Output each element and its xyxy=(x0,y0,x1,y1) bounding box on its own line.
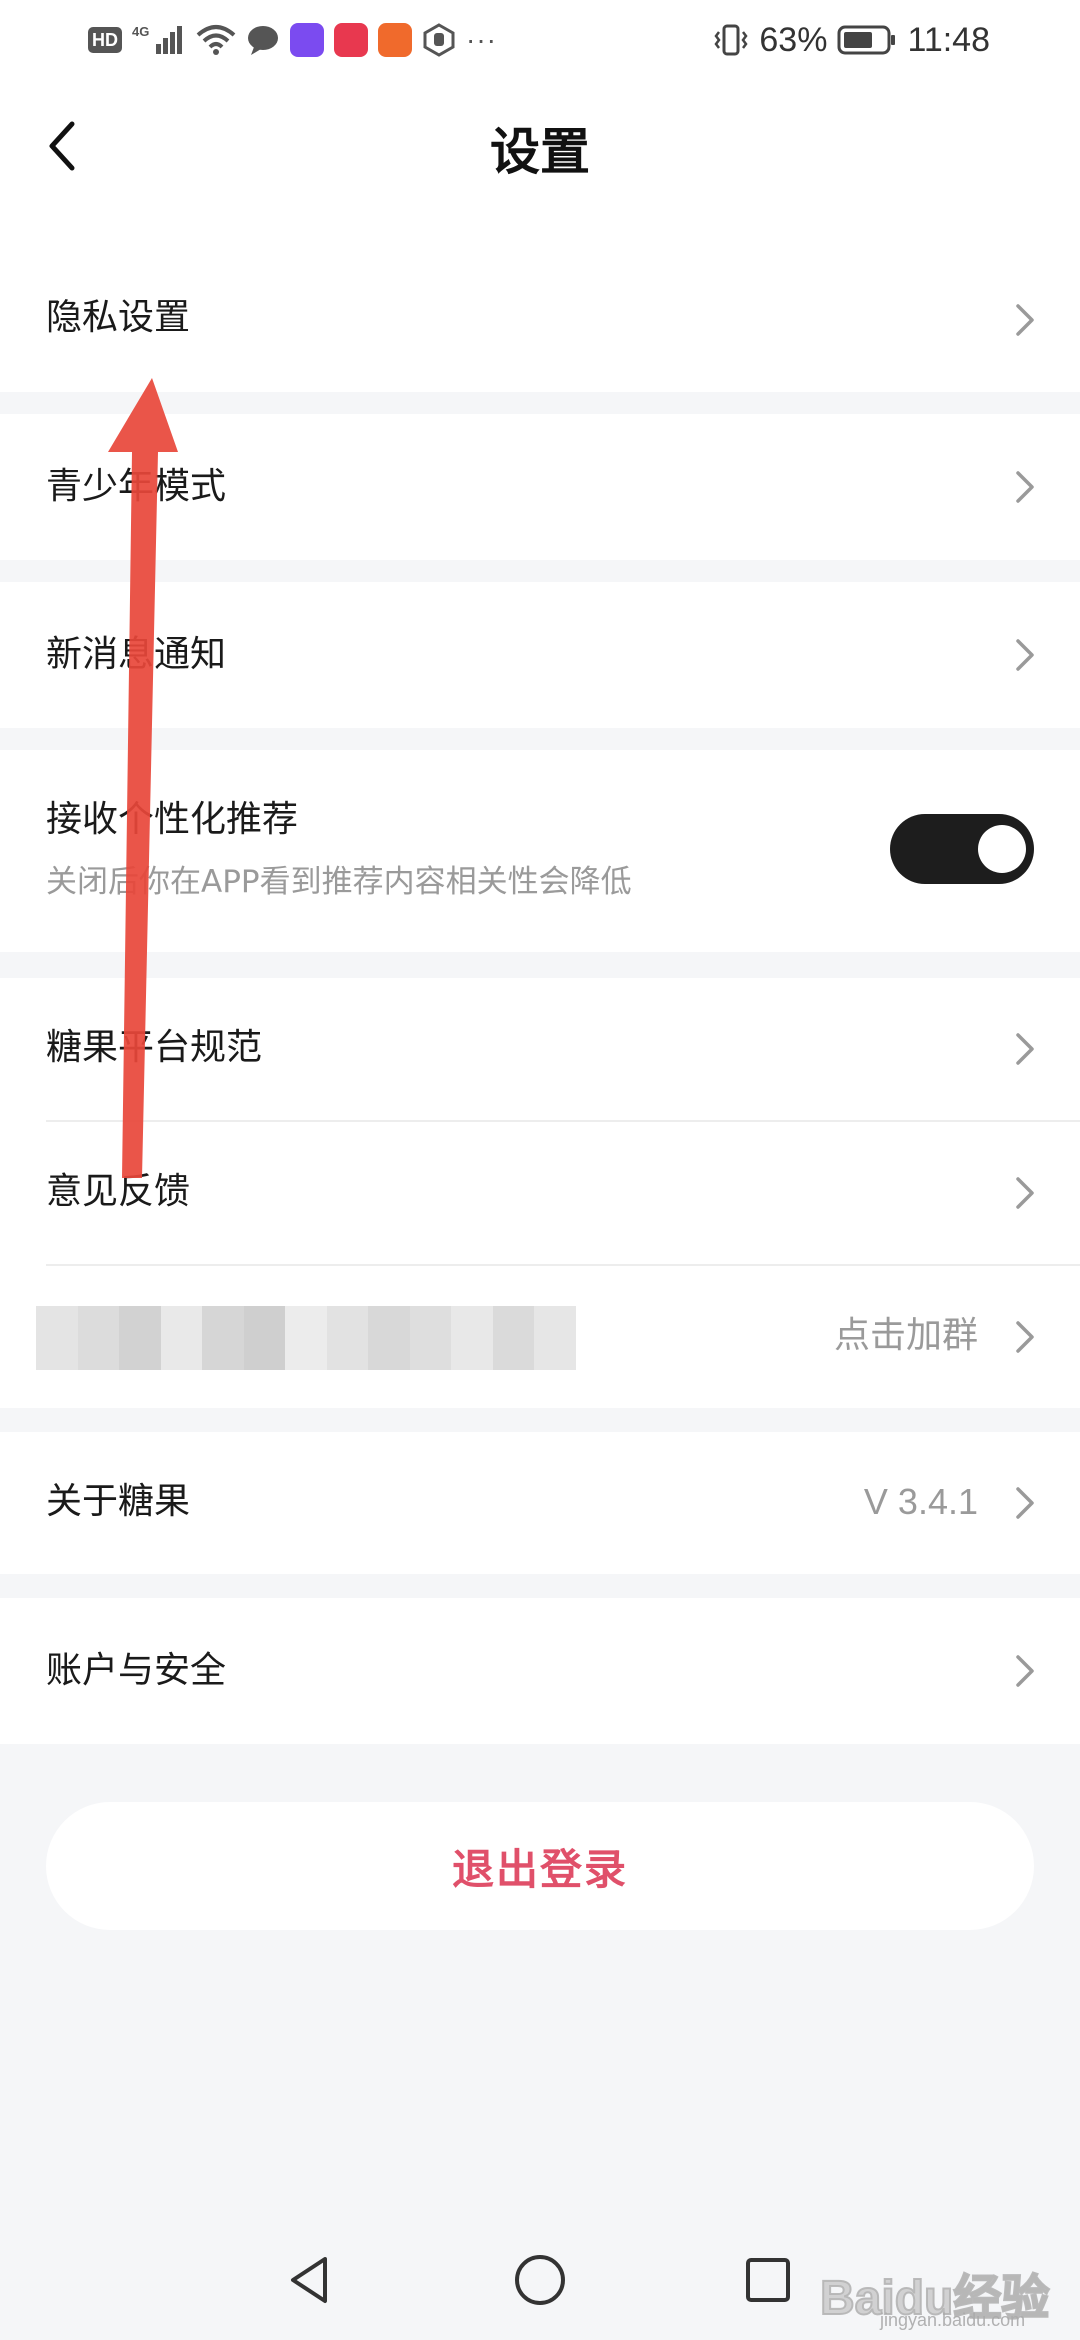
row-label: 隐私设置 xyxy=(46,297,191,338)
app-notification-icon-3 xyxy=(378,23,412,57)
nav-recents-button[interactable] xyxy=(734,2246,802,2314)
chevron-right-icon xyxy=(1016,1177,1034,1209)
chevron-right-icon xyxy=(1016,304,1034,336)
page-title: 设置 xyxy=(490,123,590,181)
vibrate-icon xyxy=(714,24,748,56)
status-bar: HD 4G ··· 63% 11:48 xyxy=(0,0,1080,82)
chevron-right-icon xyxy=(1016,639,1034,671)
row-label: 关于糖果 xyxy=(46,1481,191,1522)
row-value: 点击加群 xyxy=(833,1315,978,1356)
blurred-content xyxy=(36,1306,576,1370)
row-personalized-recommendation: 接收个性化推荐 关闭后你在APP看到推荐内容相关性会降低 xyxy=(0,750,1080,952)
nav-home-button[interactable] xyxy=(506,2246,574,2314)
row-feedback[interactable]: 意见反馈 xyxy=(0,1122,1080,1264)
hd-icon: HD xyxy=(88,27,122,53)
row-join-group[interactable]: 点击加群 xyxy=(0,1266,1080,1408)
chevron-right-icon xyxy=(1016,1487,1034,1519)
toggle-knob xyxy=(978,825,1026,873)
row-label: 账户与安全 xyxy=(46,1650,227,1691)
app-notification-icon-2 xyxy=(334,23,368,57)
status-right: 63% 11:48 xyxy=(713,18,990,62)
row-label: 接收个性化推荐 xyxy=(46,799,299,840)
logout-label: 退出登录 xyxy=(451,1844,628,1894)
message-bubble-icon xyxy=(248,26,278,55)
recommendation-toggle[interactable] xyxy=(890,814,1034,884)
chevron-right-icon xyxy=(1016,1033,1034,1065)
more-notifications-icon: ··· xyxy=(466,24,497,55)
row-group-platform: 糖果平台规范 意见反馈 点击加群 xyxy=(0,978,1080,1408)
logout-button[interactable]: 退出登录 xyxy=(46,1802,1034,1930)
svg-text:4G: 4G xyxy=(132,24,149,39)
row-privacy-settings[interactable]: 隐私设置 xyxy=(0,230,1080,392)
row-label: 新消息通知 xyxy=(46,634,227,675)
battery-percent: 63% xyxy=(759,20,828,59)
battery-icon xyxy=(837,25,896,55)
chevron-right-icon xyxy=(1016,1321,1034,1353)
wifi-icon xyxy=(196,25,236,55)
header: 设置 xyxy=(0,82,1080,230)
row-label: 意见反馈 xyxy=(46,1171,191,1212)
chevron-right-icon xyxy=(1016,1655,1034,1687)
row-about[interactable]: 关于糖果 V 3.4.1 xyxy=(0,1432,1080,1574)
back-triangle-icon xyxy=(291,2257,327,2303)
row-new-message-notification[interactable]: 新消息通知 xyxy=(0,582,1080,728)
home-circle-icon xyxy=(515,2255,565,2305)
nav-back-button[interactable] xyxy=(276,2246,344,2314)
row-teen-mode[interactable]: 青少年模式 xyxy=(0,414,1080,560)
row-account-security[interactable]: 账户与安全 xyxy=(0,1598,1080,1744)
row-label: 糖果平台规范 xyxy=(46,1027,263,1068)
status-left: HD 4G ··· xyxy=(88,20,497,60)
version-value: V 3.4.1 xyxy=(863,1481,978,1522)
clock: 11:48 xyxy=(907,20,990,59)
cellular-signal-icon: 4G xyxy=(132,24,182,54)
row-description: 关闭后你在APP看到推荐内容相关性会降低 xyxy=(46,864,632,900)
row-label: 青少年模式 xyxy=(46,466,227,507)
baidu-watermark-url: jingyan.baidu.com xyxy=(880,2310,1026,2330)
hand-hexagon-icon xyxy=(423,23,455,57)
chevron-right-icon xyxy=(1016,471,1034,503)
row-platform-rules[interactable]: 糖果平台规范 xyxy=(0,978,1080,1120)
recents-square-icon xyxy=(746,2258,790,2302)
app-notification-icon-1 xyxy=(290,23,324,57)
